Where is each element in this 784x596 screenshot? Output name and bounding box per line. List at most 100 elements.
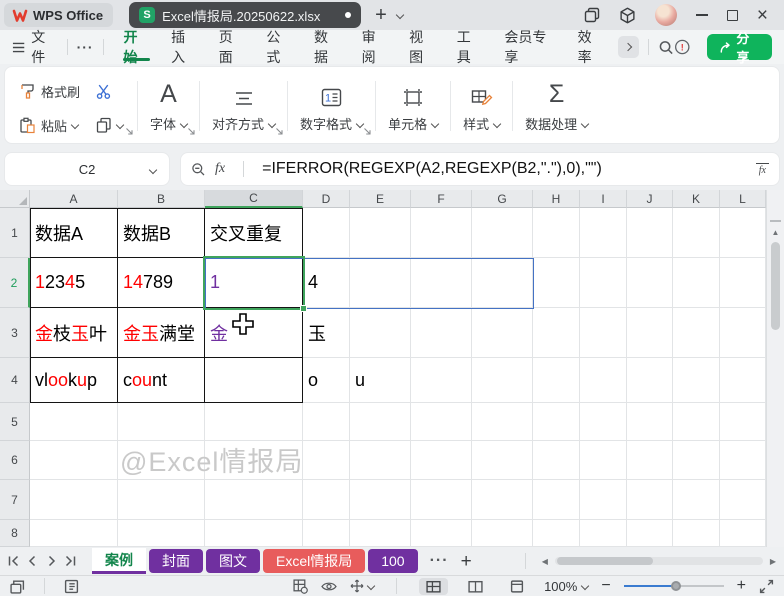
row-header-8[interactable]: 8	[0, 520, 30, 547]
scroll-up-icon[interactable]: ▲	[767, 228, 784, 237]
cell-I1[interactable]	[580, 208, 627, 258]
macro-record-icon[interactable]	[10, 579, 25, 594]
paste-button[interactable]: 粘贴	[19, 116, 80, 135]
sheet-tab-封面[interactable]: 封面	[149, 549, 203, 573]
fullscreen-icon[interactable]	[759, 579, 774, 594]
row-header-5[interactable]: 5	[0, 403, 30, 441]
cell-K6[interactable]	[673, 441, 720, 480]
cell-L6[interactable]	[720, 441, 766, 480]
column-header-E[interactable]: E	[350, 190, 411, 208]
scroll-left-icon[interactable]: ◀	[542, 557, 548, 566]
row-header-4[interactable]: 4	[0, 358, 30, 403]
cell-H5[interactable]	[533, 403, 580, 441]
scroll-right-icon[interactable]: ▶	[770, 557, 776, 566]
share-button[interactable]: 分享	[707, 34, 772, 60]
cell-G6[interactable]	[472, 441, 533, 480]
cell-I2[interactable]	[580, 258, 627, 308]
menu-tab-会员专享[interactable]: 会员专享	[496, 30, 563, 64]
switch-window-icon[interactable]	[584, 7, 600, 23]
cell-A1[interactable]: 数据A	[30, 208, 118, 258]
cells-group-button[interactable]: 单元格	[378, 75, 448, 137]
formula-text[interactable]: =IFERROR(REGEXP(A2,REGEXP(B2,"."),0),"")	[262, 160, 602, 178]
cell-E4[interactable]: u	[350, 358, 411, 403]
cell-F1[interactable]	[411, 208, 472, 258]
font-group-button[interactable]: A 字体	[140, 75, 197, 137]
formula-input[interactable]: fx =IFERROR(REGEXP(A2,REGEXP(B2,"."),0),…	[180, 152, 780, 186]
cell-E8[interactable]	[350, 520, 411, 547]
menu-tab-数据[interactable]: 数据	[306, 30, 348, 64]
cell-G4[interactable]	[472, 358, 533, 403]
cell-H3[interactable]	[533, 308, 580, 358]
column-header-B[interactable]: B	[118, 190, 205, 208]
zoom-out-icon[interactable]	[191, 162, 206, 177]
column-header-H[interactable]: H	[533, 190, 580, 208]
data-processing-group-button[interactable]: Σ 数据处理	[515, 75, 598, 137]
cell-D2[interactable]: 4	[303, 258, 350, 308]
cell-I8[interactable]	[580, 520, 627, 547]
cell-E7[interactable]	[350, 480, 411, 520]
column-header-D[interactable]: D	[303, 190, 350, 208]
format-painter-button[interactable]: 格式刷	[19, 82, 80, 101]
sheet-tab-图文[interactable]: 图文	[206, 549, 260, 573]
cell-J6[interactable]	[627, 441, 673, 480]
zoom-out-button[interactable]: −	[601, 578, 610, 594]
cell-K5[interactable]	[673, 403, 720, 441]
cell-H2[interactable]	[533, 258, 580, 308]
horizontal-scrollbar-thumb[interactable]	[557, 557, 653, 565]
cell-G1[interactable]	[472, 208, 533, 258]
document-tab[interactable]: S Excel情报局.20250622.xlsx	[129, 2, 361, 28]
menu-tab-效率[interactable]: 效率	[570, 30, 612, 64]
group-expand-icon[interactable]	[275, 127, 284, 136]
menu-tab-开始[interactable]: 开始	[116, 30, 158, 64]
cell-G5[interactable]	[472, 403, 533, 441]
add-sheet-button[interactable]: +	[461, 552, 472, 571]
column-header-F[interactable]: F	[411, 190, 472, 208]
first-sheet-icon[interactable]	[6, 554, 21, 568]
quick-access-more-button[interactable]: ···	[77, 39, 94, 55]
cell-I6[interactable]	[580, 441, 627, 480]
group-expand-icon[interactable]	[363, 127, 372, 136]
split-view-button[interactable]	[461, 578, 490, 595]
column-header-I[interactable]: I	[580, 190, 627, 208]
row-header-6[interactable]: 6	[0, 441, 30, 480]
cell-K4[interactable]	[673, 358, 720, 403]
next-sheet-icon[interactable]	[44, 554, 59, 568]
copy-button[interactable]	[96, 117, 123, 133]
cell-H8[interactable]	[533, 520, 580, 547]
cell-H4[interactable]	[533, 358, 580, 403]
cell-I7[interactable]	[580, 480, 627, 520]
close-button[interactable]: ×	[757, 6, 768, 25]
cell-K7[interactable]	[673, 480, 720, 520]
file-menu-button[interactable]: 文件	[12, 27, 58, 67]
column-header-K[interactable]: K	[673, 190, 720, 208]
vertical-scrollbar[interactable]: ▲	[766, 190, 784, 547]
cell-J8[interactable]	[627, 520, 673, 547]
menu-tab-插入[interactable]: 插入	[163, 30, 205, 64]
cell-G8[interactable]	[472, 520, 533, 547]
cell-L8[interactable]	[720, 520, 766, 547]
cell-F2[interactable]	[411, 258, 472, 308]
row-header-2[interactable]: 2	[0, 258, 30, 308]
wps-home-button[interactable]: WPS Office	[4, 3, 113, 27]
row-header-7[interactable]: 7	[0, 480, 30, 520]
cell-A6[interactable]	[30, 441, 118, 480]
cell-E3[interactable]	[350, 308, 411, 358]
column-header-C[interactable]: C	[205, 190, 303, 208]
search-icon[interactable]	[658, 39, 674, 56]
page-layout-view-button[interactable]	[503, 578, 531, 595]
zoom-in-button[interactable]: +	[737, 578, 746, 594]
cell-E5[interactable]	[350, 403, 411, 441]
cell-F4[interactable]	[411, 358, 472, 403]
cell-C8[interactable]	[205, 520, 303, 547]
cell-E1[interactable]	[350, 208, 411, 258]
cell-K3[interactable]	[673, 308, 720, 358]
ribbon-expand-button[interactable]	[618, 36, 639, 58]
cell-G7[interactable]	[472, 480, 533, 520]
number-format-group-button[interactable]: 1 数字格式	[290, 75, 373, 137]
cell-G3[interactable]	[472, 308, 533, 358]
grid-settings-icon[interactable]	[293, 579, 308, 594]
cell-B3[interactable]: 金玉满堂	[118, 308, 205, 358]
sheet-tab-案例[interactable]: 案例	[92, 548, 146, 574]
cell-A8[interactable]	[30, 520, 118, 547]
cell-D1[interactable]	[303, 208, 350, 258]
